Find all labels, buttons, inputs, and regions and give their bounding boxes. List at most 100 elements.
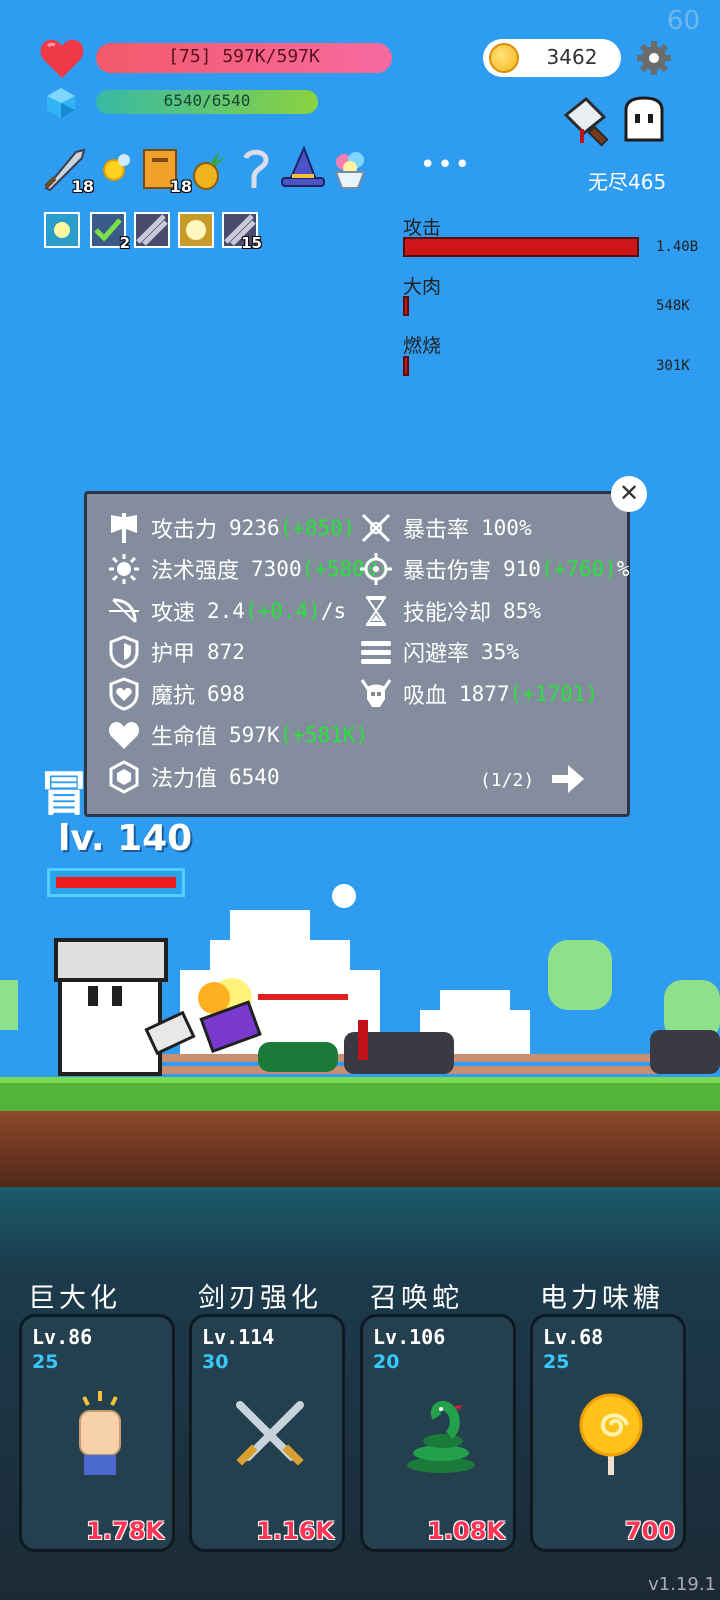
skill-card-snake[interactable]: Lv.106 20 1.08K <box>360 1314 516 1552</box>
stripe-buff-icon[interactable]: 15 <box>222 212 262 252</box>
stat-lifesteal: 吸血 1877 (+1701) <box>359 677 598 711</box>
damage-bar <box>403 296 409 316</box>
stat-value: 7300 <box>251 557 302 581</box>
endless-wave-label: 无尽465 <box>588 170 667 194</box>
sword-icon[interactable]: 18 <box>42 146 94 196</box>
stats-page-indicator: (1/2) <box>480 770 535 791</box>
stat-name: 技能冷却 <box>403 601 492 626</box>
player-mp-text: 6540/6540 <box>163 91 251 110</box>
ghost-icon[interactable] <box>620 96 668 144</box>
next-page-arrow-icon[interactable] <box>550 762 586 796</box>
player-mp-bar: 6540/6540 <box>96 90 318 114</box>
cleaver-icon[interactable] <box>560 95 616 151</box>
stat-attack: 攻击力 9236 (+850) <box>107 511 355 545</box>
stat-bonus: (+760) <box>540 557 617 581</box>
stat-bonus: (+581K) <box>279 723 369 747</box>
stat-value: 597K <box>229 723 280 747</box>
player-health-bar <box>47 868 185 897</box>
damage-value: 301K <box>656 358 690 374</box>
sun-bulb-icon[interactable] <box>94 146 140 192</box>
fist-icon <box>79 1391 121 1475</box>
adventure-label: 冒 <box>40 766 89 822</box>
stat-value: 35% <box>481 640 519 664</box>
stat-cooldown: 技能冷却 85% <box>359 594 541 628</box>
damage-value: 548K <box>656 298 690 314</box>
skill-cost: 25 <box>32 1351 59 1373</box>
skill-level: Lv.68 <box>543 1325 604 1349</box>
damage-value: 1.40B <box>656 239 699 255</box>
battle-scene <box>0 884 720 1076</box>
version-label: v1.19.1 <box>648 1574 716 1595</box>
stat-name: 护甲 <box>151 642 196 667</box>
mana-gem-icon <box>47 88 75 118</box>
ice-cream-icon[interactable] <box>328 146 374 192</box>
skill-title: 巨大化 <box>28 1283 121 1314</box>
stat-suffix: /s <box>320 599 347 623</box>
heart-shield-icon <box>109 677 139 711</box>
stat-value: 6540 <box>229 765 280 789</box>
heart-icon <box>40 39 84 78</box>
stat-bonus: (+850) <box>279 516 356 540</box>
skill-price: 700 <box>624 1517 675 1545</box>
more-items-button[interactable]: ••• <box>420 150 472 180</box>
skill-price: 1.16K <box>256 1517 334 1545</box>
stat-name: 攻击力 <box>151 518 218 543</box>
player-level: lv. 140 <box>58 818 193 859</box>
damage-label: 攻击 <box>403 217 442 239</box>
skill-card-giant[interactable]: Lv.86 25 1.78K <box>19 1314 175 1552</box>
skill-card-blade[interactable]: Lv.114 30 1.16K <box>189 1314 345 1552</box>
sparkle-buff-icon[interactable] <box>44 212 80 248</box>
book-icon[interactable]: 18 <box>140 146 192 196</box>
player-health-fill <box>56 877 176 888</box>
skill-level: Lv.86 <box>32 1325 93 1349</box>
stat-name: 暴击伤害 <box>403 559 492 584</box>
gear-icon[interactable] <box>636 40 672 76</box>
stat-value: 85% <box>503 599 541 623</box>
wizard-hat-icon[interactable] <box>280 145 326 192</box>
damage-label: 大肉 <box>403 276 442 298</box>
stat-name: 吸血 <box>403 684 448 709</box>
crossed-crit-icon <box>361 513 391 543</box>
skill-cost: 25 <box>543 1351 570 1373</box>
stat-bonus: (+1701) <box>509 682 599 706</box>
target-icon <box>360 553 392 585</box>
stat-name: 法术强度 <box>151 559 240 584</box>
player-hp-text: [75] 597K/597K <box>168 46 320 67</box>
stat-dodge: 闪避率 35% <box>359 635 519 669</box>
close-stats-button[interactable]: ✕ <box>611 476 647 512</box>
stats-panel: 攻击力 9236 (+850) 法术强度 7300 (+5800) 攻速 2.4… <box>84 491 630 817</box>
coin-icon <box>489 43 519 73</box>
skill-level: Lv.106 <box>373 1325 446 1349</box>
skill-title: 召唤蛇 <box>370 1283 463 1314</box>
burst-buff-icon[interactable] <box>178 212 214 248</box>
bow-icon <box>109 598 139 623</box>
buff-count: 2 <box>119 234 130 252</box>
pineapple-icon[interactable] <box>186 146 232 192</box>
player-hp-bar: [75] 597K/597K <box>96 43 392 73</box>
coin-value: 3462 <box>546 45 598 69</box>
crossed-swords-icon <box>236 1401 304 1466</box>
check-buff-icon[interactable]: 2 <box>90 212 130 252</box>
skill-card-candy[interactable]: Lv.68 25 700 <box>530 1314 686 1552</box>
stat-value: 872 <box>207 640 245 664</box>
buff-count: 15 <box>241 234 262 252</box>
stat-name: 攻速 <box>151 601 196 626</box>
skill-price: 1.08K <box>427 1517 505 1545</box>
stat-name: 闪避率 <box>403 642 470 667</box>
stat-name: 暴击率 <box>403 518 470 543</box>
coin-counter: 3462 <box>483 39 621 77</box>
skill-price: 1.78K <box>86 1517 164 1545</box>
skill-cost: 30 <box>202 1351 229 1373</box>
sun-icon <box>109 554 139 584</box>
stat-name: 法力值 <box>151 767 218 792</box>
question-hook-icon[interactable] <box>236 146 282 192</box>
skill-cost: 20 <box>373 1351 400 1373</box>
stat-health: 生命值 597K (+581K) <box>107 718 368 752</box>
stat-attack-speed: 攻速 2.4 (+0.4) /s <box>107 594 346 628</box>
stat-name: 魔抗 <box>151 684 196 709</box>
damage-bar <box>403 356 409 376</box>
shield-icon <box>109 635 139 669</box>
skill-level: Lv.114 <box>202 1325 275 1349</box>
hexagon-icon <box>109 760 139 794</box>
stripe-buff-icon[interactable] <box>134 212 170 248</box>
